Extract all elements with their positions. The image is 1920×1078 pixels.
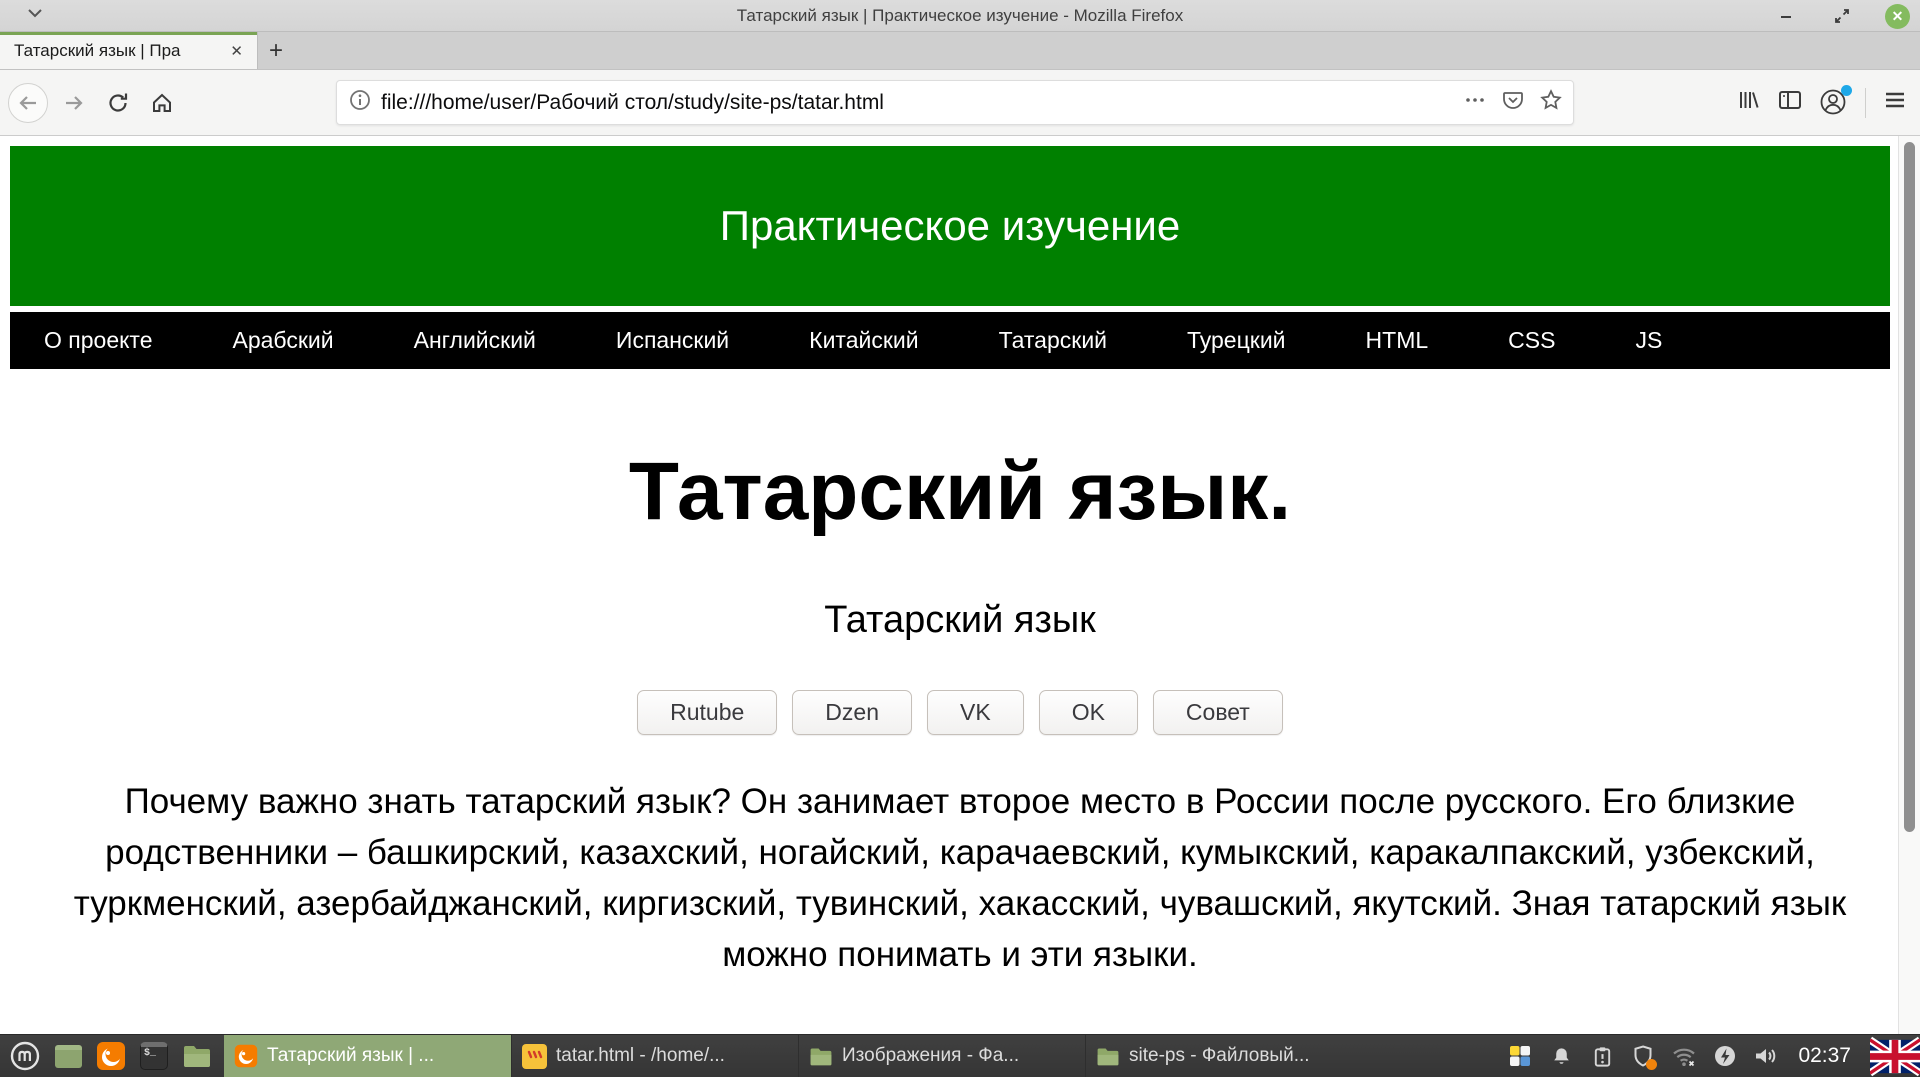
taskbar-task-images-folder[interactable]: Изображения - Фа... (798, 1035, 1085, 1077)
url-text[interactable]: file:///home/user/Рабочий стол/study/sit… (381, 91, 1463, 115)
tab-close-icon[interactable]: ✕ (226, 40, 247, 62)
toolbar-separator (1865, 88, 1866, 118)
pocket-icon[interactable] (1501, 88, 1525, 117)
page-actions-icon[interactable] (1463, 88, 1487, 117)
page-actions (1463, 88, 1563, 117)
firewall-shield-icon[interactable] (1630, 1043, 1656, 1069)
tab-bar: Татарский язык | Пра ✕ + (0, 32, 1920, 70)
taskbar-task-siteps-folder[interactable]: site-ps - Файловый... (1085, 1035, 1372, 1077)
show-desktop-button[interactable] (51, 1039, 85, 1073)
text-editor-icon (522, 1044, 547, 1069)
nav-item-css[interactable]: CSS (1508, 327, 1555, 354)
nav-item-chinese[interactable]: Китайский (809, 327, 918, 354)
tab-title: Татарский язык | Пра (14, 41, 226, 61)
forward-button[interactable] (54, 83, 94, 123)
keyboard-layout-flag-icon[interactable] (1870, 1036, 1920, 1077)
close-icon[interactable]: ✕ (1885, 4, 1910, 29)
back-button[interactable] (8, 83, 48, 123)
taskbar-task-text-editor[interactable]: tatar.html - /home/... (511, 1035, 798, 1077)
folder-icon (809, 1046, 833, 1067)
library-icon[interactable] (1735, 87, 1761, 118)
scrollbar-thumb[interactable] (1904, 142, 1915, 832)
firefox-launcher[interactable] (94, 1039, 128, 1073)
site-banner-title: Практическое изучение (720, 202, 1180, 250)
toolbar-right-icons (1735, 87, 1908, 118)
page-subtitle: Татарский язык (0, 599, 1920, 642)
nav-item-spanish[interactable]: Испанский (616, 327, 729, 354)
new-tab-button[interactable]: + (258, 32, 294, 69)
url-bar[interactable]: file:///home/user/Рабочий стол/study/sit… (336, 80, 1574, 125)
button-vk[interactable]: VK (927, 690, 1024, 735)
taskbar: $_ Татарский язык | ... tatar.ht (0, 1034, 1920, 1077)
account-notification-dot (1841, 85, 1852, 96)
folder-icon (182, 1043, 212, 1069)
site-banner: Практическое изучение (10, 146, 1890, 306)
nav-item-about[interactable]: О проекте (44, 327, 153, 354)
page-scrollbar[interactable] (1898, 136, 1920, 1034)
maximize-icon[interactable] (1829, 3, 1855, 29)
shield-alert-badge (1646, 1059, 1657, 1070)
browser-toolbar: file:///home/user/Рабочий стол/study/sit… (0, 70, 1920, 136)
nav-item-js[interactable]: JS (1635, 327, 1662, 354)
power-manager-icon[interactable] (1712, 1043, 1738, 1069)
task-label: Татарский язык | ... (267, 1045, 434, 1067)
nav-item-html[interactable]: HTML (1366, 327, 1429, 354)
button-sovet[interactable]: Совет (1153, 690, 1283, 735)
sidebar-icon[interactable] (1777, 87, 1803, 118)
screen: Татарский язык | Практическое изучение -… (0, 0, 1920, 1078)
volume-icon[interactable] (1753, 1043, 1779, 1069)
button-dzen[interactable]: Dzen (792, 690, 912, 735)
notifications-bell-icon[interactable] (1548, 1043, 1574, 1069)
desktop-icon (55, 1045, 82, 1068)
nav-item-turkish[interactable]: Турецкий (1187, 327, 1286, 354)
minimize-icon[interactable] (1773, 3, 1799, 29)
button-ok[interactable]: OK (1039, 690, 1138, 735)
taskbar-task-firefox[interactable]: Татарский язык | ... (224, 1035, 511, 1077)
clock[interactable]: 02:37 (1798, 1044, 1851, 1068)
home-button[interactable] (142, 83, 182, 123)
bookmark-star-icon[interactable] (1539, 88, 1563, 117)
window-titlebar: Татарский язык | Практическое изучение -… (0, 0, 1920, 32)
window-title: Татарский язык | Практическое изучение -… (0, 6, 1920, 26)
site-nav: О проекте Арабский Английский Испанский … (10, 312, 1890, 369)
update-manager-icon[interactable] (1589, 1043, 1615, 1069)
social-buttons-row: Rutube Dzen VK OK Совет (0, 690, 1920, 735)
nav-item-tatar[interactable]: Татарский (999, 327, 1107, 354)
window-controls: ✕ (1773, 0, 1910, 32)
files-launcher[interactable] (180, 1039, 214, 1073)
site-info-icon[interactable] (349, 89, 371, 116)
button-rutube[interactable]: Rutube (637, 690, 777, 735)
nav-item-arabic[interactable]: Арабский (233, 327, 334, 354)
page-viewport: Практическое изучение О проекте Арабский… (0, 136, 1920, 1034)
report-tool-icon[interactable] (1507, 1043, 1533, 1069)
page-title: Татарский язык. (0, 443, 1920, 541)
task-label: Изображения - Фа... (842, 1045, 1019, 1067)
terminal-launcher[interactable]: $_ (137, 1039, 171, 1073)
nav-item-english[interactable]: Английский (414, 327, 536, 354)
active-tab-stripe (0, 32, 257, 35)
firefox-icon (234, 1044, 258, 1068)
intro-paragraph: Почему важно знать татарский язык? Он за… (50, 777, 1870, 980)
reload-button[interactable] (98, 83, 138, 123)
account-icon[interactable] (1819, 88, 1849, 118)
task-label: site-ps - Файловый... (1129, 1045, 1310, 1067)
terminal-icon: $_ (140, 1042, 168, 1070)
taskbar-launchers: $_ (0, 1035, 224, 1077)
network-offline-icon[interactable] (1671, 1043, 1697, 1069)
folder-icon (1096, 1046, 1120, 1067)
menu-hamburger-icon[interactable] (1882, 87, 1908, 118)
task-label: tatar.html - /home/... (556, 1045, 725, 1067)
mint-menu-button[interactable] (8, 1039, 42, 1073)
system-tray: 02:37 (1507, 1035, 1920, 1077)
tab-tatar-page[interactable]: Татарский язык | Пра ✕ (0, 32, 258, 69)
